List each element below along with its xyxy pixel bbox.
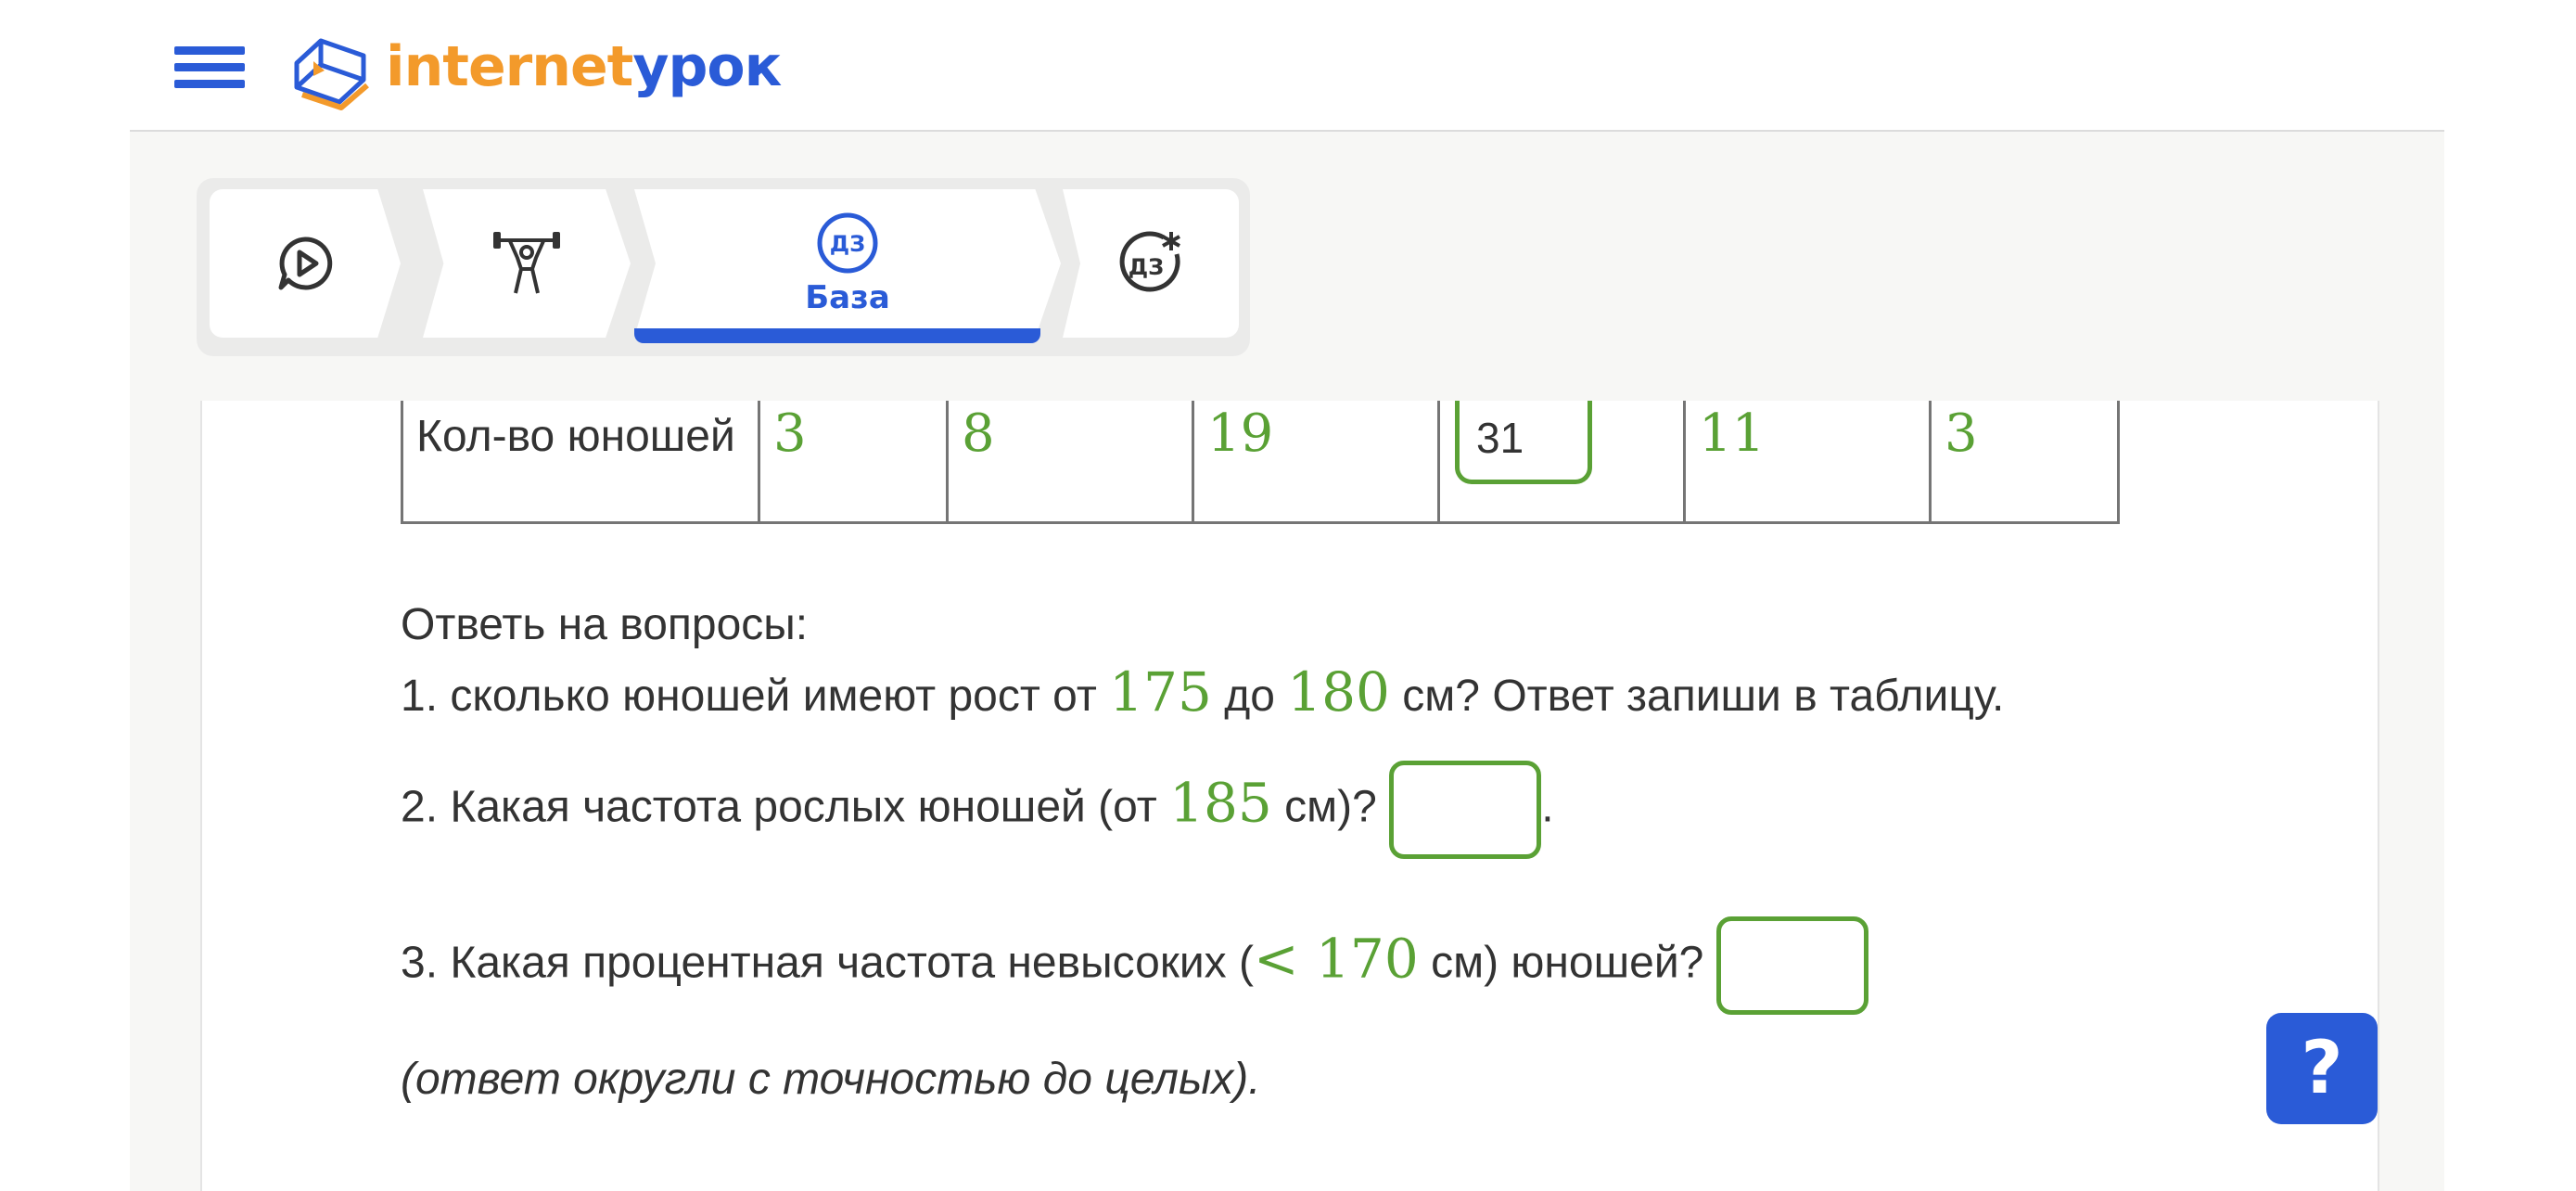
answer-input-q3[interactable] — [1715, 916, 1868, 1015]
tab-training[interactable] — [423, 189, 631, 338]
tab-homework-base[interactable]: ДЗ База — [634, 189, 1061, 338]
logo[interactable]: internetурок — [284, 20, 782, 113]
questions-intro: Ответь на вопросы: — [401, 600, 809, 649]
table-cell-input[interactable]: 31 — [1437, 401, 1686, 524]
table-cell: 19 — [1192, 401, 1440, 524]
question-1: 1. сколько юношей имеют рост от 175 до 1… — [401, 660, 2005, 724]
table-cell: 3 — [1929, 401, 2120, 524]
table-cell: 11 — [1683, 401, 1932, 524]
tab-label: База — [805, 279, 890, 316]
tab-homework-extra[interactable]: ДЗ — [1063, 189, 1239, 338]
menu-icon[interactable] — [174, 45, 245, 89]
rounding-note: (ответ округли с точностью до целых). — [401, 1055, 1261, 1104]
homework-star-icon: ДЗ — [1119, 231, 1180, 292]
svg-text:ДЗ: ДЗ — [1129, 254, 1164, 280]
table-cell: 3 — [758, 401, 949, 524]
question-2: 2. Какая частота рослых юношей (от 185 с… — [401, 761, 1554, 859]
weightlifter-icon — [493, 232, 560, 294]
question-3: 3. Какая процентная частота невысоких (<… — [401, 916, 1868, 1015]
answer-input-cell[interactable]: 31 — [1455, 401, 1592, 484]
svg-text:ДЗ: ДЗ — [830, 231, 865, 257]
logo-book-icon — [294, 38, 369, 110]
tab-video[interactable] — [210, 189, 401, 338]
video-chat-icon — [278, 237, 333, 290]
table-cell: 8 — [946, 401, 1194, 524]
header: internetурок — [0, 0, 2576, 132]
frequency-table: Кол-во юношей 3 8 19 31 11 3 — [401, 401, 2120, 524]
active-tab-indicator — [634, 328, 1040, 343]
row-label: Кол-во юношей — [401, 401, 760, 524]
homework-badge-icon: ДЗ — [817, 212, 878, 274]
logo-text: internetурок — [386, 34, 782, 99]
table-row: Кол-во юношей 3 8 19 31 11 3 — [401, 401, 2120, 524]
help-button[interactable]: ? — [2266, 1013, 2378, 1124]
answer-input-q2[interactable] — [1389, 761, 1542, 859]
lesson-tabs: ДЗ База ДЗ — [197, 178, 1250, 356]
